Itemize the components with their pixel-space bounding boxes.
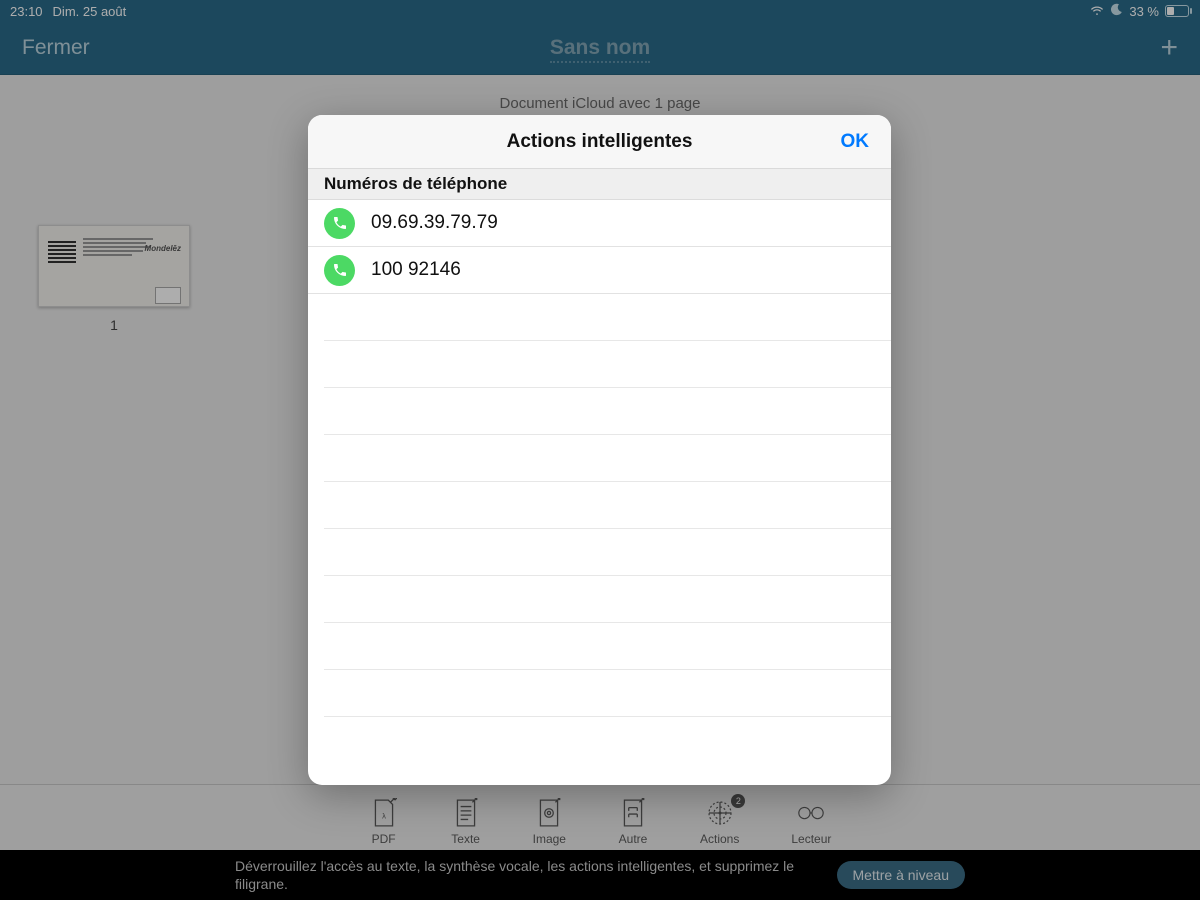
empty-row xyxy=(324,717,891,764)
empty-row xyxy=(324,388,891,435)
empty-row xyxy=(324,294,891,341)
modal-ok-button[interactable]: OK xyxy=(841,131,892,153)
empty-row xyxy=(324,435,891,482)
modal-section-phones: Numéros de téléphone xyxy=(308,169,891,200)
phone-icon xyxy=(324,208,355,239)
empty-row xyxy=(324,482,891,529)
phone-number: 09.69.39.79.79 xyxy=(371,212,498,234)
modal-title: Actions intelligentes xyxy=(308,131,891,153)
phone-row[interactable]: 100 92146 xyxy=(308,247,891,294)
empty-row xyxy=(324,623,891,670)
empty-row xyxy=(324,341,891,388)
empty-row xyxy=(324,670,891,717)
empty-row xyxy=(324,529,891,576)
phone-row[interactable]: 09.69.39.79.79 xyxy=(308,200,891,247)
phone-icon xyxy=(324,255,355,286)
smart-actions-modal: Actions intelligentes OK Numéros de télé… xyxy=(308,115,891,785)
empty-row xyxy=(324,576,891,623)
phone-number: 100 92146 xyxy=(371,259,461,281)
modal-header: Actions intelligentes OK xyxy=(308,115,891,169)
